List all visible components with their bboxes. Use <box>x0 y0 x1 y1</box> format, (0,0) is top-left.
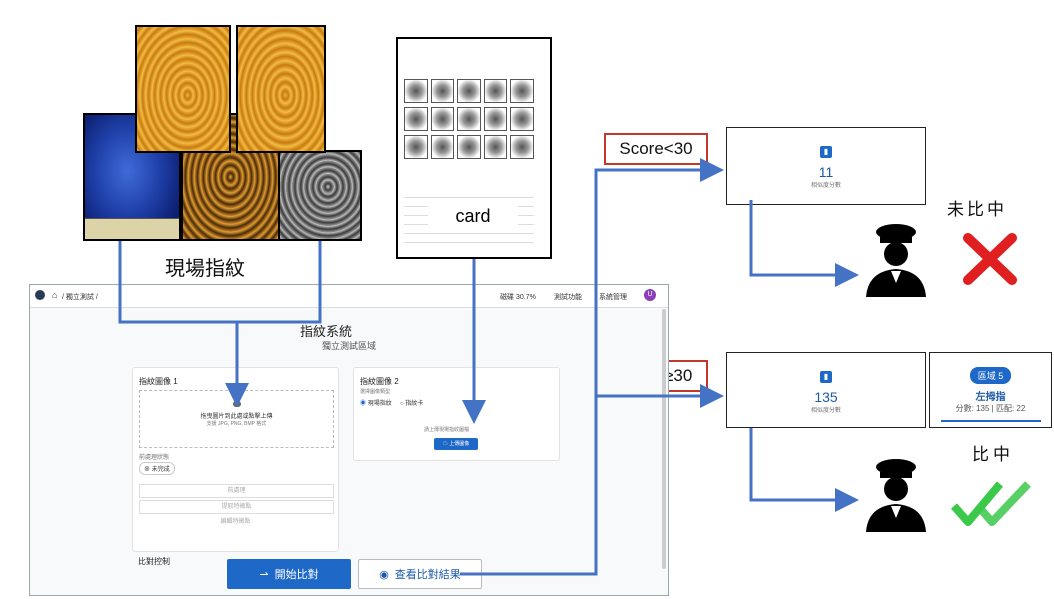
diagram-canvas: 現場指紋 card Score<30 Score≥30 ▮ 11 相似度分數 ▮… <box>0 0 1054 599</box>
flow-arrows <box>118 158 859 576</box>
